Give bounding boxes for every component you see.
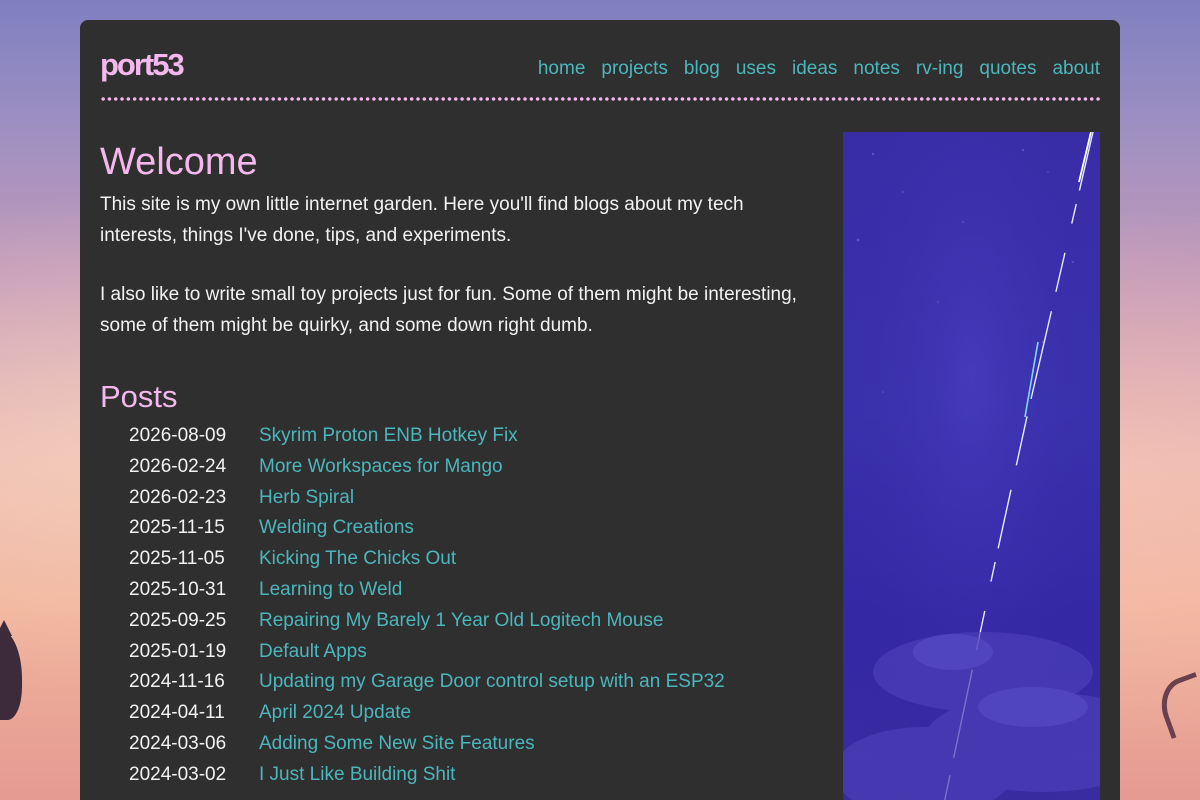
- post-link[interactable]: Repairing My Barely 1 Year Old Logitech …: [259, 606, 664, 637]
- main-content: Welcome This site is my own little inter…: [100, 138, 820, 791]
- post-date: 2025-09-25: [129, 609, 227, 631]
- nav-about[interactable]: about: [1052, 58, 1100, 80]
- post-date: 2025-11-15: [129, 517, 225, 539]
- nav-ideas[interactable]: ideas: [792, 58, 837, 80]
- post-link[interactable]: Skyrim Proton ENB Hotkey Fix: [259, 421, 518, 452]
- intro-paragraph: This site is my own little internet gard…: [100, 194, 744, 246]
- post-date: 2026-02-23: [129, 486, 227, 508]
- list-item: 2025-09-25 Repairing My Barely 1 Year Ol…: [129, 606, 820, 637]
- night-sky-illustration: [843, 132, 1100, 800]
- list-item: 2025-01-19 Default Apps: [129, 637, 820, 668]
- list-item: 2024-04-11 April 2024 Update: [129, 698, 820, 729]
- list-item: 2024-03-06 Adding Some New Site Features: [129, 729, 820, 760]
- plant-silhouette-decoration: [1152, 671, 1200, 740]
- list-item: 2026-08-09 Skyrim Proton ENB Hotkey Fix: [129, 421, 820, 452]
- list-item: 2025-11-05 Kicking The Chicks Out: [129, 544, 820, 575]
- post-link[interactable]: Welding Creations: [259, 513, 414, 544]
- nav-uses[interactable]: uses: [736, 58, 776, 80]
- posts-heading: Posts: [100, 379, 178, 414]
- nav-notes[interactable]: notes: [853, 58, 899, 80]
- nav-blog[interactable]: blog: [684, 58, 720, 80]
- post-date: 2025-11-05: [129, 548, 225, 570]
- post-date: 2026-08-09: [129, 425, 227, 446]
- projects-paragraph: I also like to write small toy projects …: [100, 284, 797, 336]
- welcome-heading: Welcome: [100, 141, 258, 183]
- main-nav: home projects blog uses ideas notes rv-i…: [538, 58, 1100, 80]
- post-link[interactable]: More Workspaces for Mango: [259, 452, 503, 483]
- list-item: 2026-02-23 Herb Spiral: [129, 483, 820, 514]
- nav-projects[interactable]: projects: [601, 58, 668, 80]
- post-link[interactable]: Herb Spiral: [259, 483, 354, 514]
- post-date: 2025-10-31: [129, 578, 227, 600]
- cat-silhouette-decoration: [0, 620, 22, 720]
- post-date: 2024-04-11: [129, 702, 225, 724]
- post-link[interactable]: April 2024 Update: [259, 698, 411, 729]
- post-date: 2026-02-24: [129, 455, 227, 477]
- list-item: 2026-02-24 More Workspaces for Mango: [129, 452, 820, 483]
- post-link[interactable]: Default Apps: [259, 637, 367, 668]
- post-link[interactable]: Kicking The Chicks Out: [259, 544, 456, 575]
- nav-home[interactable]: home: [538, 58, 586, 80]
- main-panel: port53 home projects blog uses ideas not…: [80, 20, 1120, 800]
- posts-list: 2026-08-09 Skyrim Proton ENB Hotkey Fix …: [100, 421, 820, 791]
- site-header: port53 home projects blog uses ideas not…: [100, 42, 1100, 102]
- night-sky-image: [843, 132, 1100, 800]
- list-item: 2024-03-02 I Just Like Building Shit: [129, 760, 820, 791]
- list-item: 2025-10-31 Learning to Weld: [129, 575, 820, 606]
- post-link[interactable]: Adding Some New Site Features: [259, 729, 535, 760]
- nav-quotes[interactable]: quotes: [979, 58, 1036, 80]
- post-date: 2025-01-19: [129, 640, 227, 662]
- site-logo[interactable]: port53: [100, 47, 185, 83]
- list-item: 2024-11-16 Updating my Garage Door contr…: [129, 667, 820, 698]
- post-link[interactable]: Learning to Weld: [259, 575, 402, 606]
- post-date: 2024-03-06: [129, 732, 227, 754]
- nav-rv-ing[interactable]: rv-ing: [916, 58, 964, 80]
- post-date: 2024-03-02: [129, 763, 227, 785]
- post-link[interactable]: Updating my Garage Door control setup wi…: [259, 667, 725, 698]
- list-item: 2025-11-15 Welding Creations: [129, 513, 820, 544]
- dotted-divider: [100, 97, 1100, 101]
- post-date: 2024-11-16: [129, 671, 225, 693]
- post-link[interactable]: I Just Like Building Shit: [259, 760, 455, 791]
